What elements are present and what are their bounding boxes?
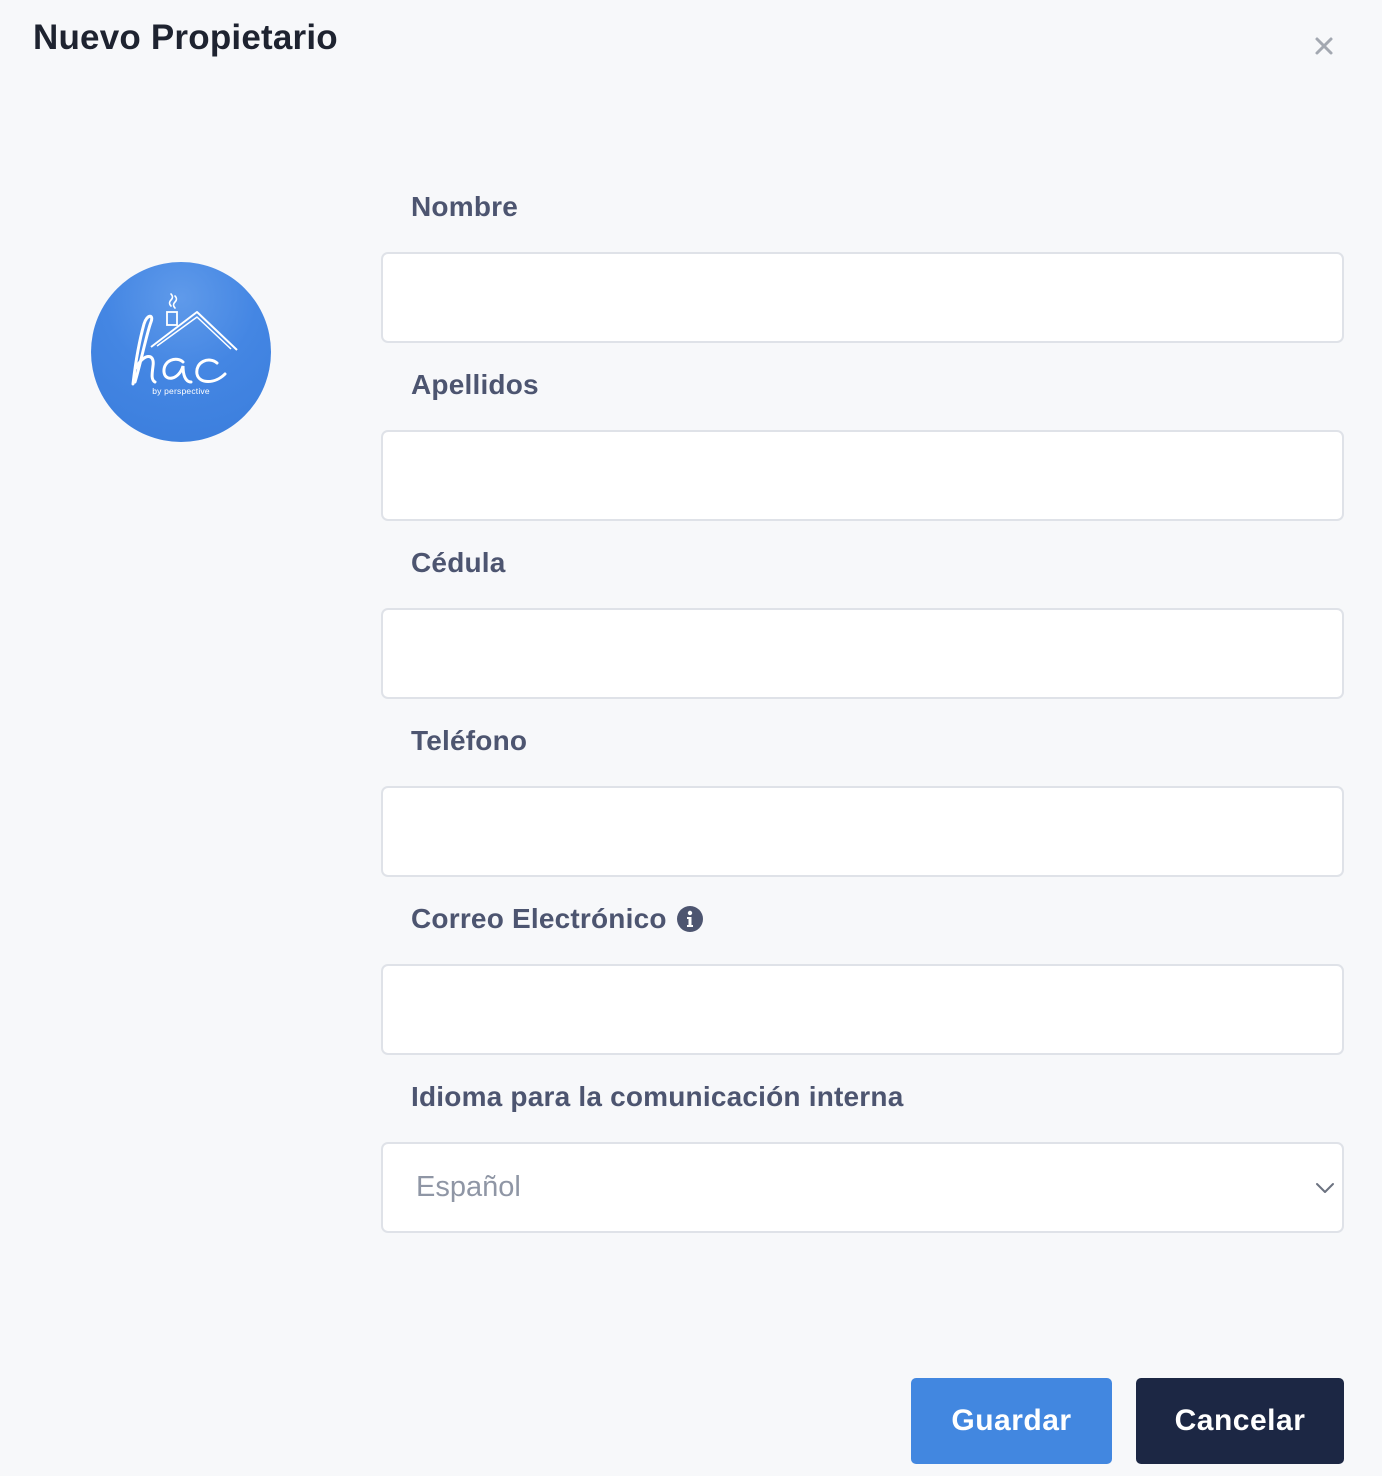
correo-label-row: Correo Electrónico (411, 903, 704, 935)
correo-label: Correo Electrónico (411, 903, 667, 934)
cedula-input[interactable] (381, 608, 1344, 699)
cedula-label: Cédula (411, 547, 506, 578)
close-icon (1308, 30, 1340, 62)
new-owner-modal: Nuevo Propietario by perspective Nombre … (0, 0, 1382, 1476)
cancel-button[interactable]: Cancelar (1136, 1378, 1344, 1464)
telefono-input[interactable] (381, 786, 1344, 877)
modal-title: Nuevo Propietario (33, 18, 338, 57)
chevron-down-icon (1314, 1180, 1336, 1196)
hac-logo (131, 293, 238, 386)
info-circle-icon[interactable] (676, 905, 704, 933)
nombre-label: Nombre (411, 191, 518, 222)
apellidos-label: Apellidos (411, 369, 539, 400)
close-button[interactable] (1308, 30, 1340, 62)
save-button[interactable]: Guardar (911, 1378, 1112, 1464)
telefono-label: Teléfono (411, 725, 528, 756)
email-input[interactable] (381, 964, 1344, 1055)
idioma-label: Idioma para la comunicación interna (411, 1081, 904, 1112)
logo-tagline: by perspective (152, 386, 210, 396)
idioma-select[interactable]: Español (381, 1142, 1344, 1233)
apellidos-input[interactable] (381, 430, 1344, 521)
idioma-selected-value: Español (416, 1171, 521, 1203)
nombre-input[interactable] (381, 252, 1344, 343)
owner-avatar[interactable]: by perspective (91, 262, 271, 442)
